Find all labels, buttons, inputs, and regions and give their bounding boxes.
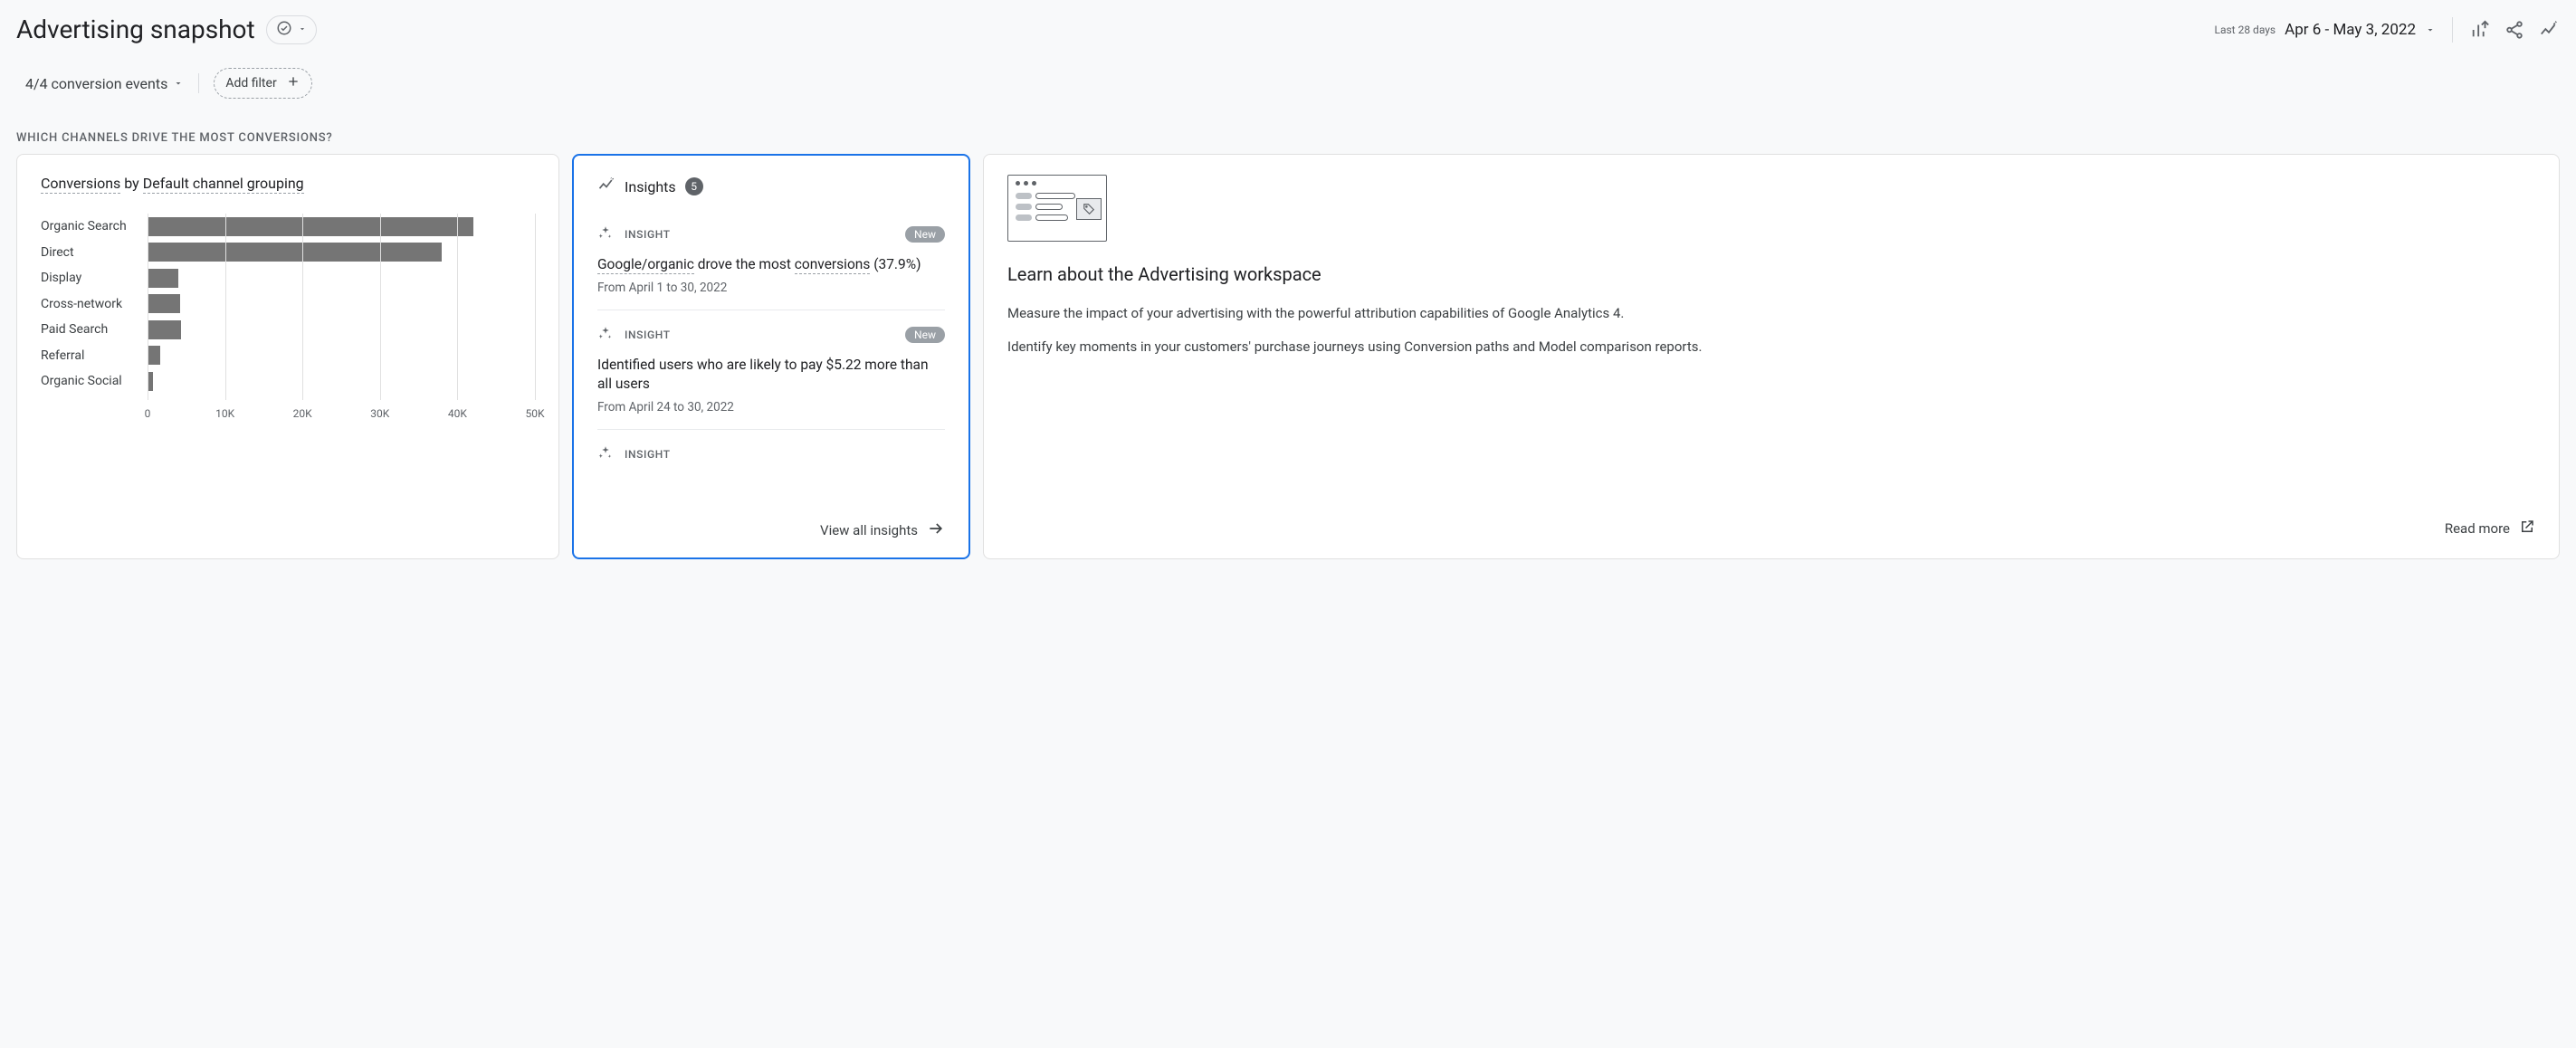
insights-count-badge: 5 bbox=[685, 177, 703, 195]
chart-bar-row: Direct bbox=[148, 240, 535, 266]
new-badge: New bbox=[905, 327, 945, 343]
date-range-value: Apr 6 - May 3, 2022 bbox=[2285, 21, 2416, 39]
learn-workspace-card: Learn about the Advertising workspace Me… bbox=[983, 154, 2560, 559]
read-more-label: Read more bbox=[2445, 520, 2510, 537]
insight-tag: INSIGHT bbox=[625, 228, 671, 241]
date-range-label: Last 28 days bbox=[2215, 24, 2276, 36]
chart-gridline bbox=[535, 214, 536, 400]
chart-x-tick: 50K bbox=[525, 407, 544, 420]
chart-title-metric[interactable]: Conversions bbox=[41, 175, 120, 194]
add-filter-button[interactable]: Add filter bbox=[214, 68, 311, 99]
chart-bar[interactable] bbox=[148, 217, 473, 236]
chart-gridline bbox=[302, 214, 303, 400]
chart-x-tick: 20K bbox=[293, 407, 312, 420]
insights-spark-icon[interactable] bbox=[2538, 19, 2560, 41]
chart-bar[interactable] bbox=[148, 243, 442, 262]
insight-title: Google/organic drove the most conversion… bbox=[597, 255, 945, 275]
chart-gridline bbox=[380, 214, 381, 400]
view-all-insights-label: View all insights bbox=[820, 522, 918, 538]
status-dropdown[interactable] bbox=[266, 15, 317, 44]
chart-title-dimension[interactable]: Default channel grouping bbox=[143, 175, 304, 194]
learn-card-body: Measure the impact of your advertising w… bbox=[1007, 303, 2535, 369]
chart-bar-row: Organic Search bbox=[148, 214, 535, 240]
chart-bar-row: Referral bbox=[148, 343, 535, 369]
chevron-down-icon bbox=[173, 78, 184, 89]
chart-gridline bbox=[457, 214, 458, 400]
arrow-right-icon bbox=[927, 519, 945, 541]
chart-x-tick: 40K bbox=[448, 407, 467, 420]
chart-bar-row: Cross-network bbox=[148, 291, 535, 318]
view-all-insights-link[interactable]: View all insights bbox=[574, 510, 968, 545]
insight-item[interactable]: INSIGHT bbox=[597, 430, 945, 490]
learn-card-title: Learn about the Advertising workspace bbox=[1007, 263, 2535, 285]
chart-bar-label: Referral bbox=[41, 348, 142, 363]
chart-bar-label: Paid Search bbox=[41, 322, 142, 337]
sparkle-icon bbox=[597, 224, 614, 244]
sparkle-icon bbox=[597, 444, 614, 464]
chart-bar-label: Display bbox=[41, 271, 142, 285]
conversion-events-label: 4/4 conversion events bbox=[25, 75, 167, 92]
chart-title: Conversions by Default channel grouping bbox=[41, 175, 535, 192]
check-circle-icon bbox=[276, 20, 292, 40]
insight-item[interactable]: INSIGHT New Identified users who are likel… bbox=[597, 310, 945, 430]
chart-bar[interactable] bbox=[148, 320, 181, 339]
chart-bar[interactable] bbox=[148, 346, 160, 365]
chart-bar-label: Organic Social bbox=[41, 374, 142, 388]
new-badge: New bbox=[905, 226, 945, 243]
workspace-illustration bbox=[1007, 175, 1107, 242]
chart-bar-label: Cross-network bbox=[41, 297, 142, 311]
insight-subtitle: From April 24 to 30, 2022 bbox=[597, 400, 945, 414]
customize-report-icon[interactable] bbox=[2469, 19, 2491, 41]
insight-item[interactable]: INSIGHT New Google/organic drove the most … bbox=[597, 210, 945, 310]
chevron-down-icon bbox=[298, 23, 307, 37]
open-in-new-icon bbox=[2519, 519, 2535, 538]
insight-subtitle: From April 1 to 30, 2022 bbox=[597, 281, 945, 295]
insights-card: Insights 5 INSIGHT New Google/organic drov… bbox=[572, 154, 970, 559]
page-title: Advertising snapshot bbox=[16, 14, 255, 44]
share-icon[interactable] bbox=[2504, 19, 2525, 41]
chart-bar[interactable] bbox=[148, 269, 178, 288]
plus-icon bbox=[286, 74, 301, 92]
read-more-link[interactable]: Read more bbox=[1007, 519, 2535, 538]
chart-bar-row: Display bbox=[148, 265, 535, 291]
chart-bar-row: Organic Social bbox=[148, 368, 535, 395]
tag-icon bbox=[1076, 198, 1102, 220]
divider bbox=[2452, 17, 2453, 43]
chart-bar-label: Organic Search bbox=[41, 219, 142, 233]
section-heading: WHICH CHANNELS DRIVE THE MOST CONVERSION… bbox=[16, 115, 2560, 154]
chart-gridline bbox=[225, 214, 226, 400]
chevron-down-icon bbox=[2425, 24, 2436, 35]
chart-bar-label: Direct bbox=[41, 245, 142, 260]
conversion-events-dropdown[interactable]: 4/4 conversion events bbox=[25, 75, 184, 92]
add-filter-label: Add filter bbox=[225, 76, 276, 91]
sparkle-icon bbox=[597, 325, 614, 345]
insight-tag: INSIGHT bbox=[625, 448, 671, 461]
insights-list[interactable]: INSIGHT New Google/organic drove the most … bbox=[574, 210, 968, 510]
bar-chart: Organic SearchDirectDisplayCross-network… bbox=[41, 214, 535, 424]
insights-title: Insights bbox=[625, 178, 676, 195]
insight-title: Identified users who are likely to pay $… bbox=[597, 356, 945, 395]
chart-x-tick: 10K bbox=[215, 407, 234, 420]
chart-x-tick: 0 bbox=[145, 407, 151, 420]
conversions-chart-card: Conversions by Default channel grouping … bbox=[16, 154, 559, 559]
chart-x-tick: 30K bbox=[370, 407, 389, 420]
date-range-picker[interactable]: Last 28 days Apr 6 - May 3, 2022 bbox=[2215, 21, 2437, 39]
insight-tag: INSIGHT bbox=[625, 329, 671, 341]
chart-bar[interactable] bbox=[148, 294, 180, 313]
insights-trend-icon bbox=[597, 176, 615, 197]
divider bbox=[198, 73, 199, 93]
chart-bar-row: Paid Search bbox=[148, 317, 535, 343]
